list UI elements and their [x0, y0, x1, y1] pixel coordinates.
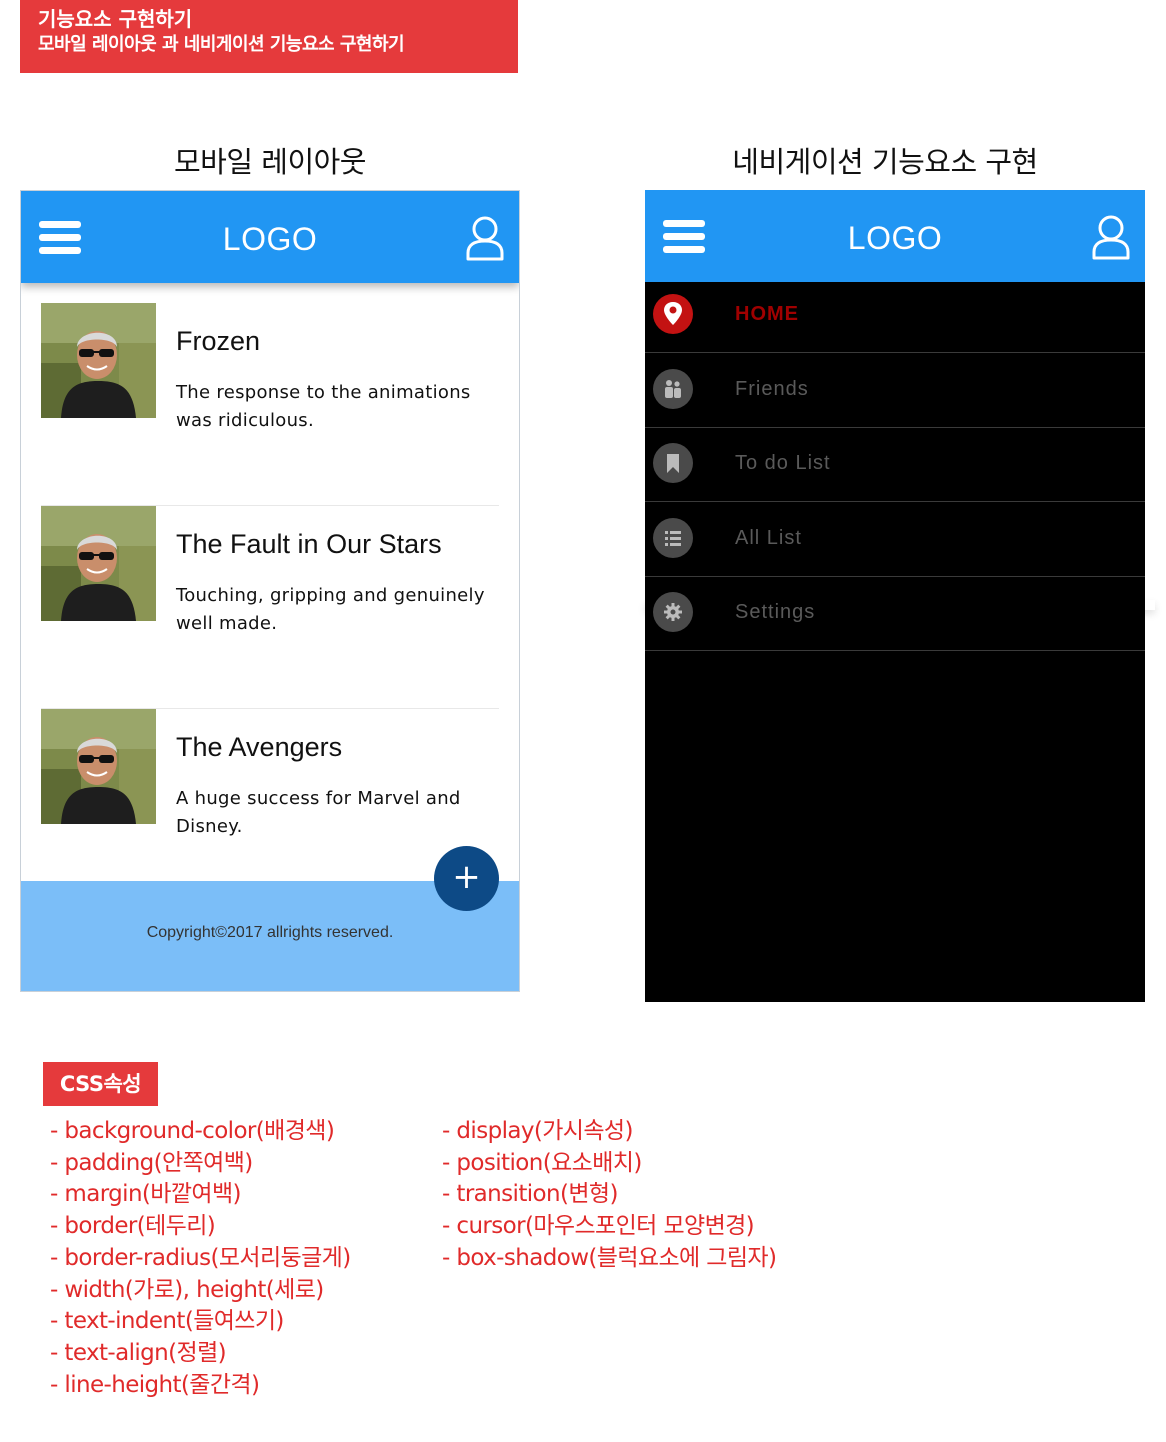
logo[interactable]: LOGO: [645, 216, 1145, 260]
nav-label: Settings: [735, 601, 816, 623]
user-outline-icon[interactable]: [465, 215, 505, 261]
nav-item-settings[interactable]: Settings: [645, 576, 1145, 651]
nav-item-to-do-list[interactable]: To do List: [645, 427, 1145, 502]
bookmark-icon: [653, 443, 693, 483]
item-title: Frozen: [176, 326, 261, 356]
css-property: - cursor(마우스포인터 모양변경): [442, 1213, 755, 1240]
list-item[interactable]: Frozen The response to the animations was…: [41, 303, 499, 506]
css-property: - box-shadow(블럭요소에 그림자): [442, 1244, 777, 1271]
item-title: The Fault in Our Stars: [176, 529, 442, 559]
banner-title: 기능요소 구현하기: [38, 7, 193, 31]
user-outline-icon[interactable]: [1091, 214, 1131, 260]
css-property: - position(요소배치): [442, 1149, 642, 1176]
left-section-title: 모바일 레이아웃: [174, 145, 366, 179]
nav-label: HOME: [735, 303, 799, 325]
mobile-layout-mockup: LOGO Frozen The response to the animation…: [20, 190, 520, 992]
nav-item-home[interactable]: HOME: [645, 278, 1145, 353]
css-property: - display(가시속성): [442, 1118, 633, 1144]
app-bar: LOGO: [21, 191, 519, 283]
logo[interactable]: LOGO: [21, 217, 519, 261]
nav-label: To do List: [735, 452, 831, 474]
css-property: - border(테두리): [50, 1213, 216, 1240]
item-description: A huge success for Marvel and Disney.: [176, 788, 461, 837]
navigation-mockup: LOGO HOME Friends To do List All List Settin…: [645, 190, 1145, 1002]
map-pin-icon: [653, 294, 693, 334]
avatar: [41, 303, 156, 418]
add-fab-button[interactable]: +: [434, 846, 499, 911]
people-icon: [653, 368, 693, 409]
item-description: Touching, gripping and genuinely well ma…: [176, 585, 485, 634]
nav-label: Friends: [735, 377, 809, 400]
gear-icon: [653, 592, 693, 632]
css-properties-list-1: - background-color(배경색) - padding(안쪽여백) - …: [50, 1116, 351, 1401]
css-property: - line-height(줄간격): [50, 1371, 260, 1398]
css-property: - padding(안쪽여백): [50, 1149, 253, 1176]
css-property: - border-radius(모서리둥글게): [50, 1244, 351, 1271]
item-description: The response to the animations was ridic…: [176, 382, 471, 431]
avatar: [41, 709, 156, 824]
right-section-title: 네비게이션 기능요소 구현: [732, 145, 1038, 179]
list-icon: [653, 517, 693, 558]
avatar: [41, 506, 156, 621]
app-bar: LOGO: [645, 190, 1145, 282]
nav-item-friends[interactable]: Friends: [645, 353, 1145, 428]
header-banner: 기능요소 구현하기 모바일 레이아웃 과 네비게이션 기능요소 구현하기: [20, 0, 518, 73]
list-item[interactable]: The Fault in Our Stars Touching, gripping…: [41, 506, 499, 709]
css-property: - transition(변형): [442, 1181, 618, 1208]
banner-subtitle: 모바일 레이아웃 과 네비게이션 기능요소 구현하기: [38, 34, 405, 55]
item-title: The Avengers: [176, 732, 343, 762]
nav-label: All List: [735, 526, 802, 549]
css-properties-list-2: - display(가시속성) - position(요소배치) - transit…: [442, 1116, 777, 1275]
nav-item-all-list[interactable]: All List: [645, 502, 1145, 577]
copyright-text: Copyright©2017 allrights reserved.: [146, 924, 394, 941]
css-property: - text-indent(들여쓰기): [50, 1308, 284, 1335]
css-property: - width(가로), height(세로): [50, 1276, 324, 1303]
css-property: - margin(바깥여백): [50, 1181, 242, 1208]
css-properties-badge: CSS속성: [43, 1062, 158, 1106]
css-property: - background-color(배경색): [50, 1118, 335, 1144]
css-property: - text-align(정렬): [50, 1339, 227, 1366]
